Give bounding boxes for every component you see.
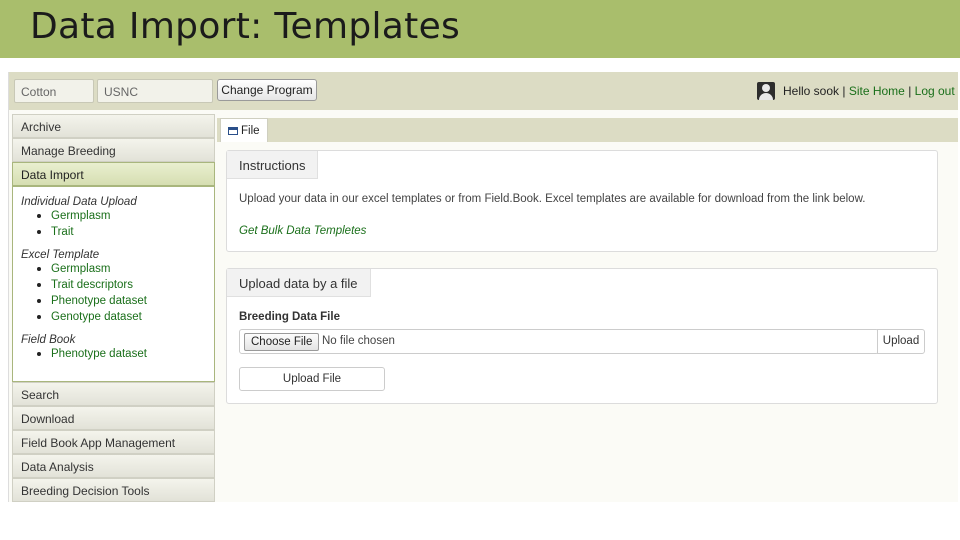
program-select[interactable]: USNC bbox=[97, 79, 213, 103]
sidebar-item-download[interactable]: Download bbox=[12, 406, 215, 430]
sidebar: Archive Manage Breeding Data Import Indi… bbox=[12, 114, 215, 502]
link-trait[interactable]: Trait bbox=[37, 224, 206, 240]
group-title: Excel Template bbox=[21, 249, 100, 261]
sidebar-item-data-analysis[interactable]: Data Analysis bbox=[12, 454, 215, 478]
bulk-templates-link[interactable]: Get Bulk Data Templetes bbox=[239, 225, 366, 237]
breeding-data-file-label: Breeding Data File bbox=[239, 311, 340, 323]
top-bar: Cotton USNC Change Program Hello sook | … bbox=[9, 72, 958, 110]
link-phenotype-dataset[interactable]: Phenotype dataset bbox=[37, 293, 206, 309]
upload-file-button[interactable]: Upload File bbox=[239, 367, 385, 391]
tab-strip bbox=[217, 118, 958, 142]
link-template-germplasm[interactable]: Germplasm bbox=[37, 261, 206, 277]
logout-link[interactable]: Log out bbox=[915, 84, 955, 98]
data-import-panel: Individual Data Upload Germplasm Trait E… bbox=[12, 186, 215, 382]
tab-file[interactable]: File bbox=[220, 118, 268, 142]
slide-title-bar: Data Import: Templates bbox=[0, 0, 960, 58]
user-links: Hello sook | Site Home | Log out bbox=[783, 84, 955, 98]
group-title: Field Book bbox=[21, 334, 76, 346]
instructions-text: Upload your data in our excel templates … bbox=[239, 193, 866, 205]
greeting-text: Hello sook bbox=[783, 84, 840, 98]
sidebar-item-data-import[interactable]: Data Import bbox=[12, 162, 215, 186]
panel-heading: Upload data by a file bbox=[227, 269, 371, 297]
link-trait-descriptors[interactable]: Trait descriptors bbox=[37, 277, 206, 293]
crop-select[interactable]: Cotton bbox=[14, 79, 94, 103]
user-avatar-icon bbox=[757, 82, 775, 100]
site-home-link[interactable]: Site Home bbox=[849, 84, 905, 98]
no-file-text: No file chosen bbox=[322, 335, 395, 347]
link-genotype-dataset[interactable]: Genotype dataset bbox=[37, 309, 206, 325]
sidebar-item-field-book-app[interactable]: Field Book App Management bbox=[12, 430, 215, 454]
sidebar-item-breeding-decision-tools[interactable]: Breeding Decision Tools bbox=[12, 478, 215, 502]
link-fieldbook-phenotype[interactable]: Phenotype dataset bbox=[37, 346, 206, 362]
link-germplasm[interactable]: Germplasm bbox=[37, 208, 206, 224]
upload-panel: Upload data by a file Breeding Data File… bbox=[226, 268, 938, 404]
slide-title: Data Import: Templates bbox=[30, 6, 461, 47]
group-title: Individual Data Upload bbox=[21, 196, 137, 208]
tab-label: File bbox=[241, 125, 260, 137]
app-screenshot: Cotton USNC Change Program Hello sook | … bbox=[8, 72, 958, 502]
sidebar-item-search[interactable]: Search bbox=[12, 382, 215, 406]
sidebar-item-manage-breeding[interactable]: Manage Breeding bbox=[12, 138, 215, 162]
upload-addon[interactable]: Upload bbox=[877, 329, 925, 354]
instructions-panel: Instructions Upload your data in our exc… bbox=[226, 150, 938, 252]
file-input[interactable]: Choose File No file chosen bbox=[239, 329, 879, 354]
window-icon bbox=[228, 127, 238, 135]
change-program-button[interactable]: Change Program bbox=[217, 79, 317, 101]
main-content: Instructions Upload your data in our exc… bbox=[217, 142, 958, 502]
choose-file-button[interactable]: Choose File bbox=[244, 333, 320, 351]
sidebar-item-archive[interactable]: Archive bbox=[12, 114, 215, 138]
panel-heading: Instructions bbox=[227, 151, 319, 179]
